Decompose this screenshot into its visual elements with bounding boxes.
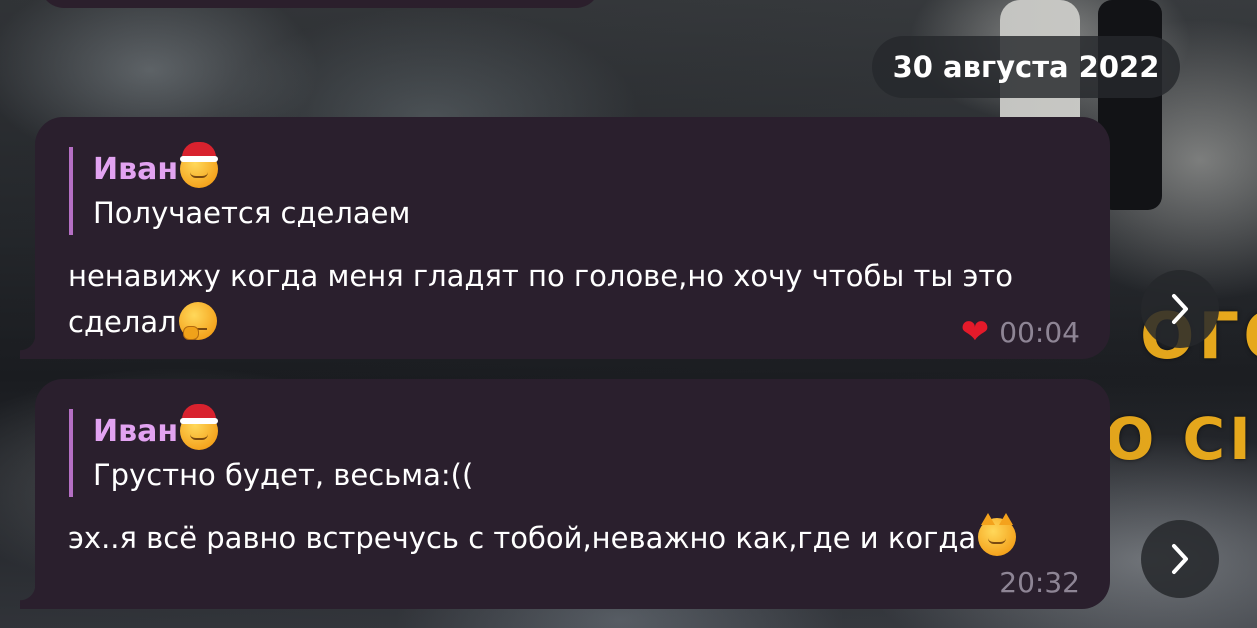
message-meta: ❤ 00:04 (961, 315, 1080, 349)
date-separator: 30 августа 2022 (872, 36, 1180, 98)
chevron-right-icon (1172, 294, 1188, 324)
message-meta: 20:32 (999, 566, 1080, 599)
previous-message-bubble[interactable] (40, 0, 600, 8)
reply-header: Иван (93, 142, 410, 191)
reply-text: Грустно будет, весьма:(( (93, 458, 474, 492)
message-bubble[interactable]: Иван Грустно будет, весьма:(( эх..я всё … (20, 379, 1110, 609)
reply-quote[interactable]: Иван Грустно будет, весьма:(( (69, 404, 474, 497)
reply-author: Иван (93, 413, 179, 449)
message-time: 00:04 (999, 315, 1080, 349)
forward-button[interactable] (1141, 270, 1219, 348)
reply-text: Получается сделаем (93, 196, 411, 230)
message-text-block: ненавижу когда меня гладят по голове,но … (68, 253, 1068, 345)
santa-face-icon (180, 404, 219, 450)
reply-header: Иван (93, 404, 473, 453)
santa-face-icon (180, 142, 219, 188)
reply-author: Иван (93, 151, 179, 187)
heart-reaction-icon[interactable]: ❤ (961, 315, 990, 349)
chevron-right-icon (1172, 544, 1188, 574)
thinking-face-icon (178, 302, 217, 340)
message-text: эх..я всё равно встречусь с тобой,неважн… (68, 521, 977, 555)
message-bubble[interactable]: Иван Получается сделаем ненавижу когда м… (20, 117, 1110, 359)
forward-button[interactable] (1141, 520, 1219, 598)
reply-quote[interactable]: Иван Получается сделаем (69, 142, 411, 235)
smirking-cat-icon (978, 513, 1017, 556)
message-text-block: эх..я всё равно встречусь с тобой,неважн… (68, 513, 1068, 561)
message-time: 20:32 (999, 566, 1080, 599)
